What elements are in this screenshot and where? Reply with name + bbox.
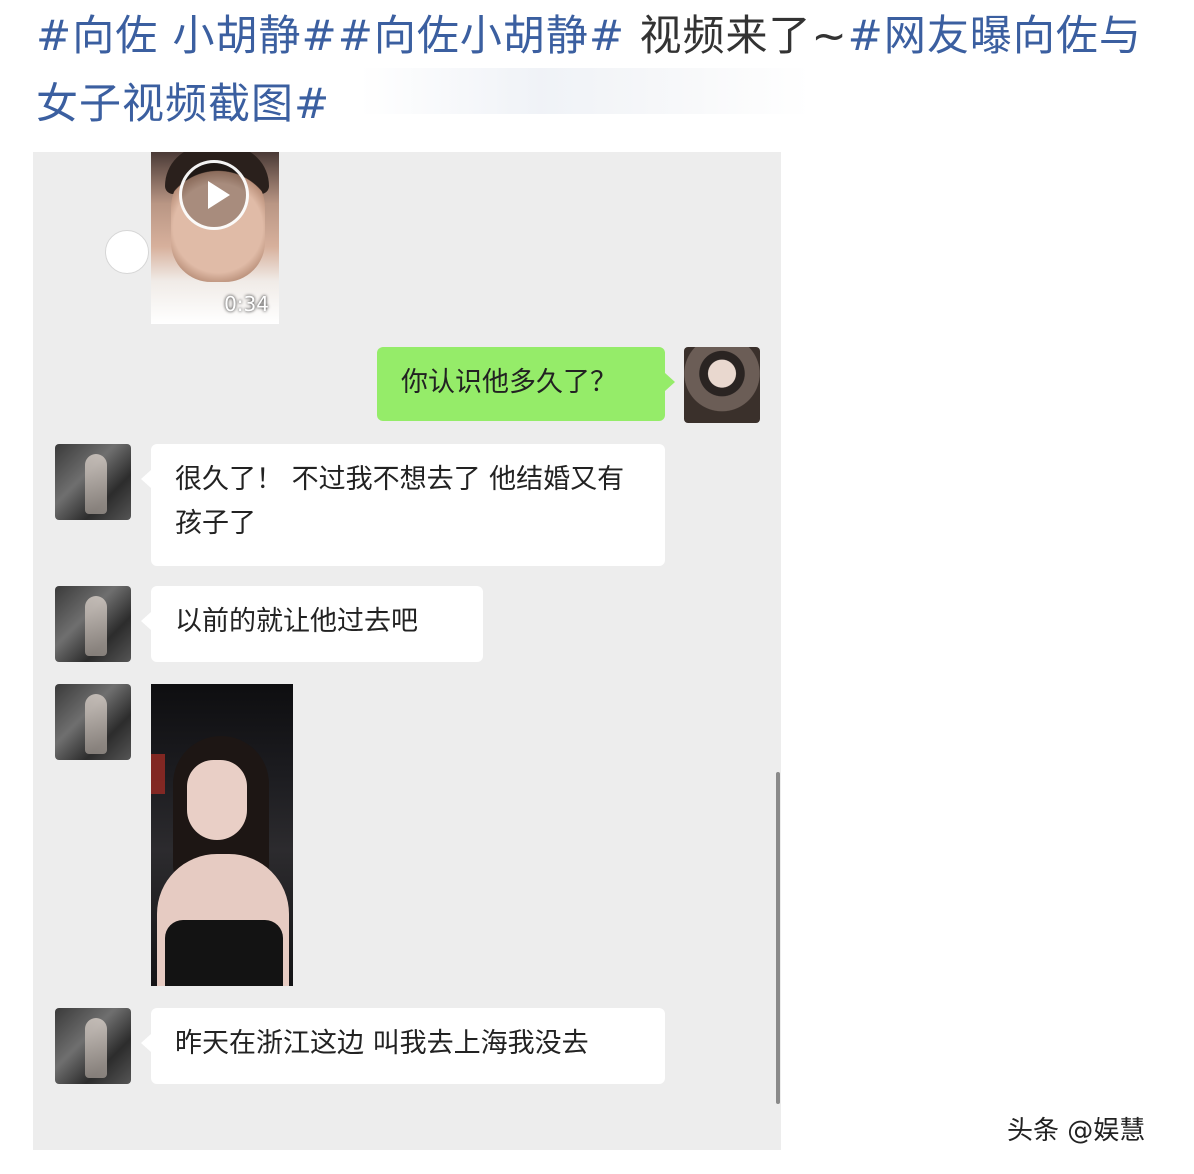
avatar-contact[interactable] — [55, 684, 131, 760]
image-message[interactable] — [151, 684, 293, 986]
message-text: 你认识他多久了？ — [401, 367, 617, 398]
message-text: 以前的就让他过去吧 — [175, 606, 418, 637]
message-bubble-received[interactable]: 昨天在浙江这边 叫我去上海我没去 — [141, 1008, 665, 1084]
hashtag-line1[interactable]: #向佐 小胡静##向佐小胡静# — [36, 11, 625, 60]
headline-text: 视频来了~ — [625, 11, 848, 60]
blurred-area — [360, 68, 810, 114]
video-message[interactable]: 0:34 — [151, 152, 279, 324]
video-duration: 0:34 — [224, 292, 269, 316]
select-circle-icon[interactable] — [105, 230, 149, 274]
avatar-contact[interactable] — [55, 444, 131, 520]
hashtag-line2[interactable]: 女子视频截图# — [36, 79, 330, 128]
message-bubble-received[interactable]: 很久了！ 不过我不想去了 他结婚又有孩子了 — [141, 444, 665, 566]
scrollbar[interactable] — [776, 772, 780, 1104]
avatar-contact[interactable] — [55, 586, 131, 662]
avatar-self[interactable] — [684, 347, 760, 423]
message-text: 很久了！ 不过我不想去了 他结婚又有孩子了 — [175, 464, 625, 539]
watermark: 头条 @娱慧 — [1007, 1116, 1146, 1146]
message-bubble-received[interactable]: 以前的就让他过去吧 — [141, 586, 483, 662]
message-bubble-sent[interactable]: 你认识他多久了？ — [377, 347, 675, 421]
play-icon[interactable] — [179, 160, 249, 230]
avatar-contact[interactable] — [55, 1008, 131, 1084]
hashtag-line1-second[interactable]: #网友曝向佐与 — [848, 11, 1142, 60]
message-text: 昨天在浙江这边 叫我去上海我没去 — [175, 1028, 589, 1059]
chat-screenshot: 0:34 你认识他多久了？ 很久了！ 不过我不想去了 他结婚又有孩子了 以前的就… — [33, 152, 781, 1150]
